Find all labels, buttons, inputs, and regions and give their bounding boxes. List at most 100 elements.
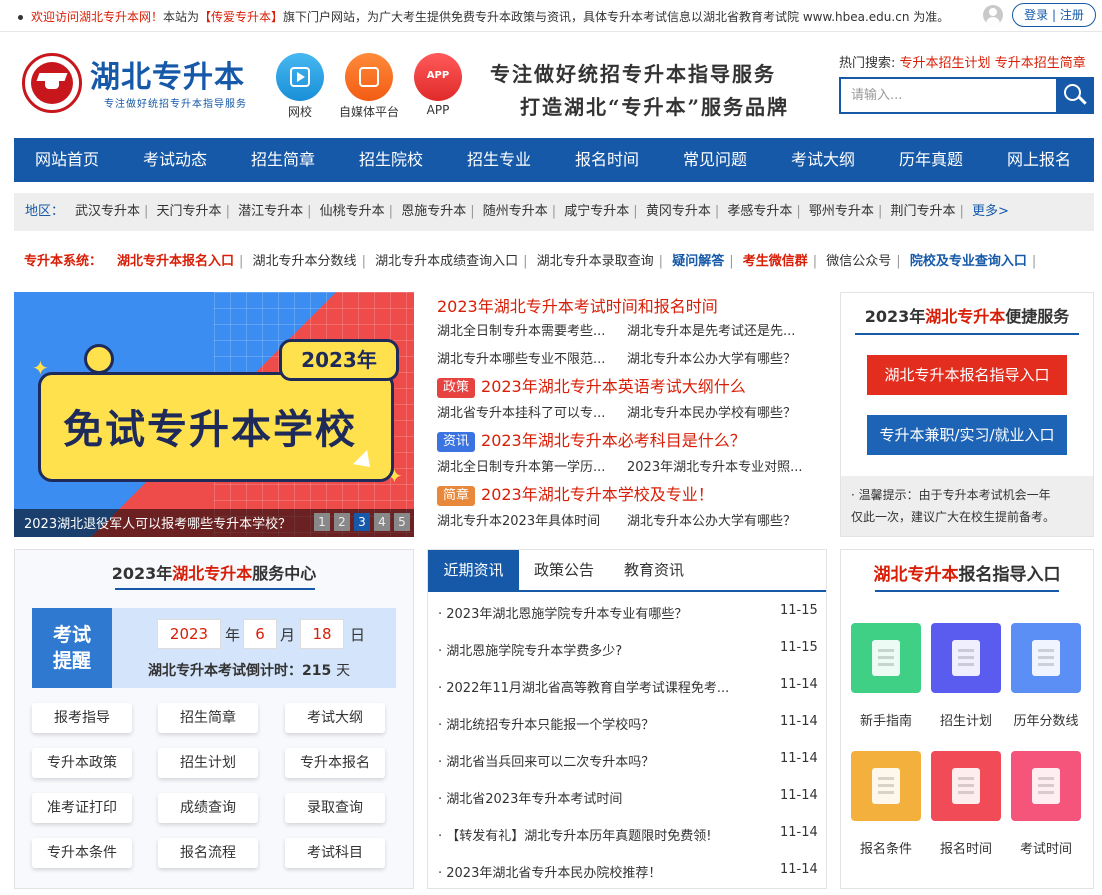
region-link[interactable]: 黄冈专升本 [646, 204, 711, 219]
banner-carousel[interactable]: ✦ ✦ 免试专升本学校 2023年 2023湖北退役军人可以报考哪些专升本学校？… [14, 292, 414, 537]
exam-time-label[interactable]: 考试时间 [1001, 838, 1091, 857]
logo-title[interactable]: 湖北专升本 [90, 52, 245, 96]
enrollment-plan-label[interactable]: 招生计划 [921, 710, 1011, 729]
news-tagged-row[interactable]: 简章 2023年湖北专升本学校及专业！ [437, 481, 714, 506]
pager-dot[interactable]: 2 [334, 513, 350, 531]
conditions-icon[interactable] [851, 751, 921, 821]
logo-emblem-icon[interactable] [22, 53, 82, 113]
app-icon[interactable]: APP [414, 53, 462, 101]
pager-dot-active[interactable]: 3 [354, 513, 370, 531]
nav-syllabus[interactable]: 考试大纲 [773, 138, 873, 182]
sc-button-admit-card[interactable]: 准考证打印 [32, 793, 132, 823]
search-button[interactable] [1056, 77, 1094, 114]
region-link[interactable]: 仙桃专升本 [320, 204, 385, 219]
region-link[interactable]: 潜江专升本 [238, 204, 303, 219]
news-link[interactable]: 湖北专升本是先考试还是先... [627, 320, 795, 339]
system-link-signup[interactable]: 湖北专升本报名入口 [117, 254, 234, 269]
signup-guide-button[interactable]: 湖北专升本报名指导入口 [867, 355, 1067, 395]
region-link[interactable]: 荆门专升本 [890, 204, 955, 219]
sc-button-brochure[interactable]: 招生简章 [158, 703, 258, 733]
enrollment-plan-icon[interactable] [931, 623, 1001, 693]
nav-exam-news[interactable]: 考试动态 [125, 138, 225, 182]
system-link-school-query[interactable]: 院校及专业查询入口 [910, 254, 1027, 269]
sc-button-process[interactable]: 报名流程 [158, 838, 258, 868]
region-more-link[interactable]: 更多> [972, 204, 1009, 219]
hot-search-link-brochure[interactable]: 专升本招生简章 [995, 56, 1086, 71]
news-link[interactable]: 湖北专升本公办大学有哪些？ [627, 348, 796, 367]
system-link-official-account[interactable]: 微信公众号 [826, 254, 891, 269]
nav-online-signup[interactable]: 网上报名 [989, 138, 1089, 182]
news-link[interactable]: 湖北省专升本挂科了可以专... [437, 406, 605, 421]
region-link[interactable]: 鄂州专升本 [809, 204, 874, 219]
sc-button-admission[interactable]: 录取查询 [285, 793, 385, 823]
conditions-label[interactable]: 报名条件 [841, 838, 931, 857]
pager-dot[interactable]: 1 [314, 513, 330, 531]
nav-brochure[interactable]: 招生简章 [233, 138, 333, 182]
tip-text: · 温馨提示：由于专升本考试机会一年 仅此一次，建议广大在校生提前备考。 [841, 476, 1093, 536]
news-tagged-title[interactable]: 2023年湖北专升本英语考试大纲什么 [481, 377, 746, 396]
banner-caption[interactable]: 2023湖北退役军人可以报考哪些专升本学校？ [24, 513, 291, 532]
sc-button-plan[interactable]: 招生计划 [158, 748, 258, 778]
user-icon[interactable] [983, 5, 1003, 25]
online-school-label[interactable]: 网校 [260, 103, 340, 120]
sc-button-guide[interactable]: 报考指导 [32, 703, 132, 733]
tab-education[interactable]: 教育资讯 [609, 550, 699, 590]
nav-schools[interactable]: 招生院校 [341, 138, 441, 182]
media-platform-icon[interactable] [345, 53, 393, 101]
pager-dot[interactable]: 5 [394, 513, 410, 531]
region-link[interactable]: 随州专升本 [483, 204, 548, 219]
job-entry-button[interactable]: 专升本兼职/实习/就业入口 [867, 415, 1067, 455]
media-platform-label[interactable]: 自媒体平台 [329, 103, 409, 120]
search-input[interactable]: 请输入... [839, 77, 1057, 114]
news-link[interactable]: 湖北专升本2023年具体时间 [437, 514, 600, 529]
news-tagged-title[interactable]: 2023年湖北专升本学校及专业！ [481, 485, 714, 504]
system-link-admission[interactable]: 湖北专升本录取查询 [537, 254, 654, 269]
news-link[interactable]: 2023年湖北专升本专业对照... [627, 456, 802, 475]
nav-past-papers[interactable]: 历年真题 [881, 138, 981, 182]
sc-button-policy[interactable]: 专升本政策 [32, 748, 132, 778]
online-school-icon[interactable] [276, 53, 324, 101]
sc-button-score[interactable]: 成绩查询 [158, 793, 258, 823]
region-link[interactable]: 咸宁专升本 [564, 204, 629, 219]
hot-search-link-plan[interactable]: 专升本招生计划 [900, 56, 991, 71]
news-tagged-row[interactable]: 资讯 2023年湖北专升本必考科目是什么？ [437, 427, 746, 452]
news-link[interactable]: 湖北全日制专升本需要考些... [437, 324, 605, 339]
news-headline[interactable]: 2023年湖北专升本考试时间和报名时间 [437, 293, 718, 317]
nav-majors[interactable]: 招生专业 [449, 138, 549, 182]
nav-faq[interactable]: 常见问题 [665, 138, 765, 182]
score-line-icon[interactable] [1011, 623, 1081, 693]
exam-time-icon[interactable] [1011, 751, 1081, 821]
sc-button-syllabus[interactable]: 考试大纲 [285, 703, 385, 733]
login-register-button[interactable]: 登录 | 注册 [1012, 3, 1096, 27]
region-link[interactable]: 恩施专升本 [401, 204, 466, 219]
pager-dot[interactable]: 4 [374, 513, 390, 531]
tab-policy[interactable]: 政策公告 [519, 550, 609, 590]
sc-button-subjects[interactable]: 考试科目 [285, 838, 385, 868]
nav-signup-time[interactable]: 报名时间 [557, 138, 657, 182]
news-link[interactable]: 湖北全日制专升本第一学历... [437, 460, 605, 475]
region-link[interactable]: 孝感专升本 [727, 204, 792, 219]
news-link[interactable]: 湖北专升本民办学校有哪些？ [627, 402, 796, 421]
sc-button-signup[interactable]: 专升本报名 [285, 748, 385, 778]
welcome-brand-link[interactable]: 【传爱专升本】 [199, 10, 283, 24]
region-link[interactable]: 天门专升本 [157, 204, 222, 219]
beginner-guide-label[interactable]: 新手指南 [841, 710, 931, 729]
system-link-qa[interactable]: 疑问解答 [672, 254, 724, 269]
signup-time-label[interactable]: 报名时间 [921, 838, 1011, 857]
app-label[interactable]: APP [398, 103, 478, 117]
beginner-guide-icon[interactable] [851, 623, 921, 693]
news-tagged-row[interactable]: 政策 2023年湖北专升本英语考试大纲什么 [437, 373, 746, 398]
system-link-wechat-group[interactable]: 考生微信群 [743, 254, 808, 269]
main-nav: 网站首页 考试动态 招生简章 招生院校 招生专业 报名时间 常见问题 考试大纲 … [14, 138, 1094, 182]
signup-time-icon[interactable] [931, 751, 1001, 821]
score-line-label[interactable]: 历年分数线 [1001, 710, 1091, 729]
tab-recent-news[interactable]: 近期资讯 [428, 550, 519, 590]
region-link[interactable]: 武汉专升本 [75, 204, 140, 219]
system-link-score-line[interactable]: 湖北专升本分数线 [253, 254, 357, 269]
nav-home[interactable]: 网站首页 [17, 138, 117, 182]
news-link[interactable]: 湖北专升本公办大学有哪些？ [627, 510, 796, 529]
news-tagged-title[interactable]: 2023年湖北专升本必考科目是什么？ [481, 431, 746, 450]
sc-button-conditions[interactable]: 专升本条件 [32, 838, 132, 868]
news-link[interactable]: 湖北专升本哪些专业不限范... [437, 352, 605, 367]
system-link-score-query[interactable]: 湖北专升本成绩查询入口 [375, 254, 518, 269]
